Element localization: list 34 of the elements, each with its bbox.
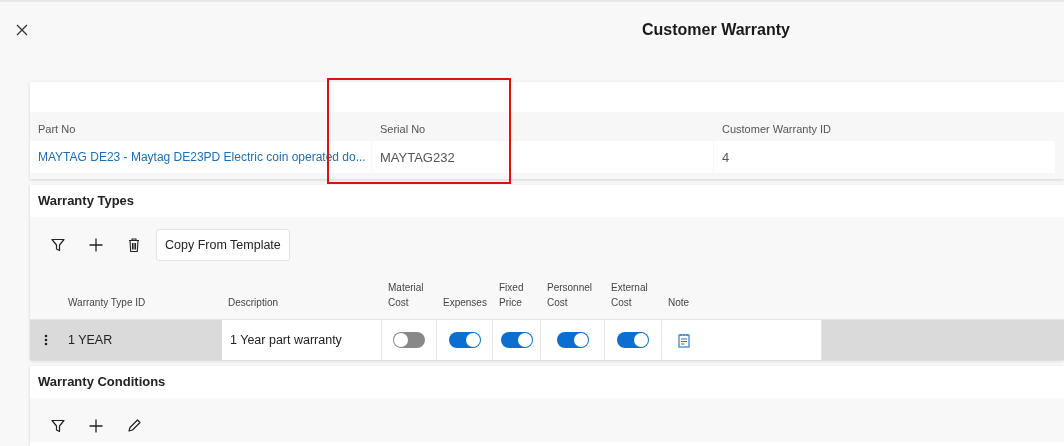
field-label: Part No	[37, 122, 77, 137]
toggle-switch[interactable]	[556, 332, 589, 348]
toggle-switch[interactable]	[500, 332, 533, 348]
read-only-field: 4	[714, 141, 1055, 173]
copy-from-template-button[interactable]: Copy From Template	[156, 229, 290, 261]
column-header: Description	[227, 296, 280, 310]
column-header: Note	[667, 296, 691, 310]
section-title: Warranty Conditions	[37, 373, 167, 391]
trash-icon	[126, 237, 142, 253]
section-title: Warranty Types	[37, 192, 136, 210]
column-header: Material Cost	[387, 281, 425, 310]
toggle-switch[interactable]	[617, 332, 649, 348]
filter-icon	[50, 237, 66, 253]
field-label: Customer Warranty ID	[721, 122, 832, 137]
page-title: Customer Warranty	[642, 21, 790, 39]
table-cell: 1 Year part warranty	[222, 320, 382, 360]
plus-icon	[88, 418, 104, 434]
column-header: External Cost	[610, 281, 649, 310]
column-header: Fixed Price	[498, 281, 525, 310]
warranty-type-id: 1 YEAR	[68, 333, 113, 347]
more-icon[interactable]	[44, 334, 48, 346]
read-only-field: MAYTAG232	[372, 141, 713, 173]
close-icon	[16, 24, 28, 36]
field-label: Serial No	[379, 122, 427, 137]
pencil-icon	[126, 418, 142, 434]
plus-icon	[88, 237, 104, 253]
column-header: Personnel Cost	[546, 281, 594, 310]
toggle-switch[interactable]	[448, 332, 481, 348]
close-button[interactable]	[16, 24, 28, 36]
column-header: Expenses	[442, 296, 488, 310]
filter-icon	[50, 418, 66, 434]
column-header: Warranty Type ID	[67, 296, 147, 310]
toggle-switch[interactable]	[393, 332, 425, 348]
notepad-icon[interactable]	[678, 332, 690, 348]
